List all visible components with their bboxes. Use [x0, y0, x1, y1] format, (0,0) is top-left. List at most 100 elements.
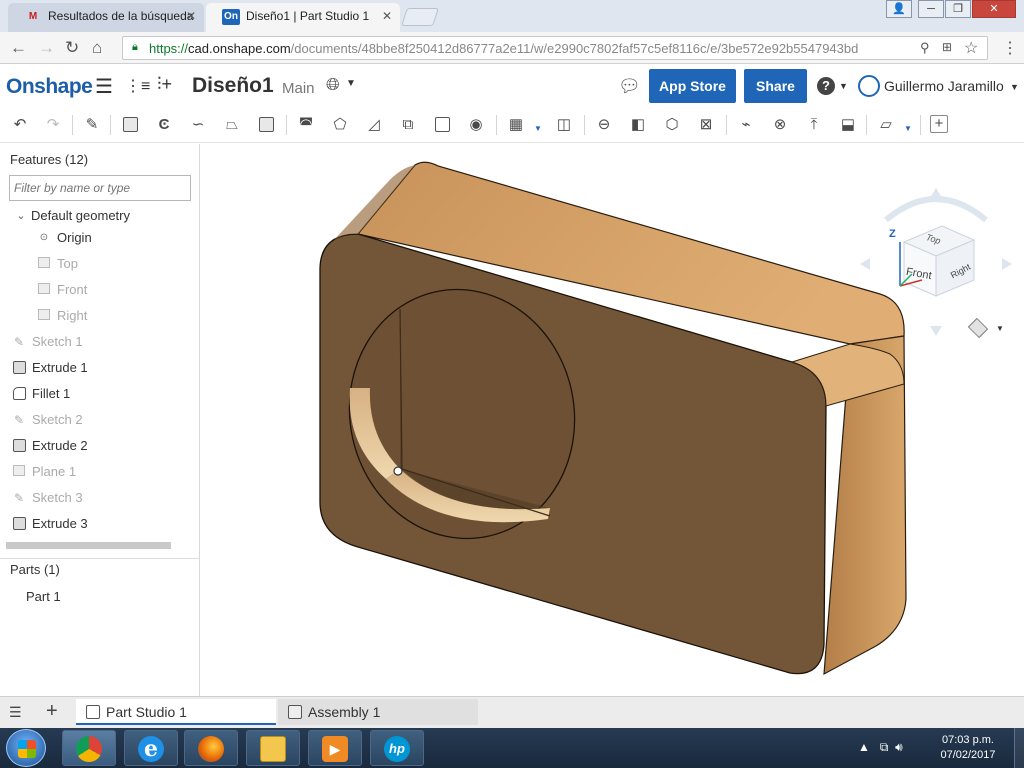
add-custom-feature-icon[interactable]: + — [930, 115, 948, 133]
feature-item[interactable]: Plane 1 — [0, 462, 200, 484]
extrude-icon[interactable] — [120, 115, 140, 135]
taskbar-chrome[interactable] — [62, 730, 116, 766]
star-icon[interactable]: ☆ — [964, 38, 978, 58]
taskbar-ie[interactable]: e — [124, 730, 178, 766]
version-graph-icon[interactable]: ⋮≡ — [125, 76, 150, 96]
tray-arrow-icon[interactable]: ▲ — [858, 740, 870, 754]
part-item[interactable]: Part 1 — [26, 589, 61, 604]
move-face-icon[interactable]: ⤒ — [804, 115, 824, 135]
arrow-down-icon[interactable] — [930, 326, 942, 336]
chevron-down-icon[interactable]: ▼ — [1010, 82, 1019, 92]
thicken-icon[interactable] — [256, 115, 276, 135]
browser-tab-onshape[interactable]: On Diseño1 | Part Studio 1 ✕ — [206, 3, 400, 32]
url-field[interactable]: 🔒︎ https://cad.onshape.com/documents/48b… — [122, 36, 988, 60]
minimize-button[interactable]: ─ — [918, 0, 944, 18]
tab-assembly[interactable]: Assembly 1 — [278, 699, 478, 725]
reload-icon[interactable]: ↻ — [65, 38, 79, 58]
arrow-left-icon[interactable] — [860, 258, 870, 270]
rotate-arc[interactable] — [884, 196, 988, 223]
app-store-button[interactable]: App Store — [649, 69, 736, 103]
home-icon[interactable]: ⌂ — [92, 38, 102, 58]
comment-icon[interactable]: 💬︎ — [618, 76, 641, 97]
chevron-down-icon[interactable]: ▼ — [534, 124, 542, 133]
chevron-down-icon[interactable]: ▼ — [839, 81, 848, 91]
forward-icon[interactable]: → — [38, 38, 55, 58]
list-item[interactable]: Front — [0, 280, 200, 302]
sweep-icon[interactable]: ∽ — [188, 115, 208, 135]
chevron-down-icon[interactable]: ▼ — [346, 78, 356, 89]
redo-icon[interactable]: ↷ — [43, 115, 63, 135]
list-item[interactable]: Right — [0, 306, 200, 328]
user-name[interactable]: Guillermo Jaramillo — [884, 78, 1004, 94]
rib-icon[interactable]: ⧉ — [398, 115, 418, 135]
revolve-icon[interactable]: Ͼ — [154, 115, 174, 135]
globe-icon[interactable]: 🌐︎ — [326, 75, 340, 95]
modify-fillet-icon[interactable]: ⌁ — [736, 115, 756, 135]
arrow-right-icon[interactable] — [1002, 258, 1012, 270]
system-clock[interactable]: 07:03 p.m. 07/02/2017 — [928, 733, 1008, 763]
feature-item[interactable]: Extrude 3 — [0, 514, 200, 536]
tab-manager-icon[interactable]: ☰ — [9, 704, 22, 721]
split-icon[interactable]: ◧ — [628, 115, 648, 135]
default-geometry-group[interactable]: ⌄ Default geometry — [0, 206, 200, 228]
hole-icon[interactable]: ◉ — [466, 115, 486, 135]
mirror-icon[interactable]: ◫ — [554, 115, 574, 135]
transform-icon[interactable]: ⬡ — [662, 115, 682, 135]
chevron-down-icon[interactable]: ▼ — [904, 124, 912, 133]
loft-icon[interactable]: ⏢ — [222, 115, 242, 135]
close-window-button[interactable]: ✕ — [972, 0, 1016, 18]
plane-icon[interactable]: ▱ — [876, 115, 896, 135]
network-icon[interactable]: ⧉ — [880, 740, 889, 754]
boolean-icon[interactable]: ⊖ — [594, 115, 614, 135]
taskbar-firefox[interactable] — [184, 730, 238, 766]
help-icon[interactable]: ? — [817, 77, 835, 95]
document-title[interactable]: Diseño1 — [192, 74, 274, 98]
chevron-down-icon[interactable]: ⌄ — [14, 209, 28, 223]
key-icon[interactable]: ⚲ — [920, 40, 930, 56]
fillet-icon[interactable]: ◚ — [296, 115, 316, 135]
chamfer-icon[interactable]: ⬠ — [330, 115, 350, 135]
delete-part-icon[interactable]: ⊠ — [696, 115, 716, 135]
start-button[interactable] — [6, 729, 46, 767]
share-button[interactable]: Share — [744, 69, 807, 103]
list-item[interactable]: ⊙ Origin — [0, 228, 200, 250]
back-icon[interactable]: ← — [10, 38, 27, 58]
graphics-viewport[interactable]: Z Top Front Right ▼ — [200, 144, 1024, 696]
taskbar-explorer[interactable] — [246, 730, 300, 766]
list-item[interactable]: Top — [0, 254, 200, 276]
volume-icon[interactable]: 🔊︎ — [895, 740, 903, 754]
maximize-button[interactable]: ❐ — [945, 0, 971, 18]
feature-item[interactable]: ✎ Sketch 3 — [0, 488, 200, 510]
show-desktop-button[interactable] — [1014, 728, 1024, 768]
feature-item[interactable]: ✎ Sketch 1 — [0, 332, 200, 354]
pattern-icon[interactable]: ▦ — [506, 115, 526, 135]
menu-dots-icon[interactable]: ⋮ — [1002, 38, 1018, 58]
filter-input[interactable] — [9, 175, 191, 201]
translate-icon[interactable]: ⊞ — [942, 40, 952, 54]
chevron-down-icon[interactable]: ▼ — [996, 324, 1004, 333]
browser-tab-gmail[interactable]: M Resultados de la búsqueda ✕ — [8, 3, 204, 32]
feature-item[interactable]: ✎ Sketch 2 — [0, 410, 200, 432]
feature-item[interactable]: Fillet 1 — [0, 384, 200, 406]
avatar[interactable] — [858, 75, 880, 97]
horizontal-scrollbar[interactable] — [6, 542, 171, 549]
close-tab-icon[interactable]: ✕ — [382, 9, 392, 23]
delete-face-icon[interactable]: ⊗ — [770, 115, 790, 135]
view-cube-graphic[interactable] — [856, 184, 1016, 344]
profile-icon[interactable]: 👤 — [886, 0, 912, 18]
replace-face-icon[interactable]: ⬓ — [838, 115, 858, 135]
sketch-icon[interactable]: ✎ — [82, 115, 102, 135]
feature-item[interactable]: Extrude 2 — [0, 436, 200, 458]
model-vertex-point[interactable] — [393, 466, 403, 476]
new-tab-button[interactable] — [401, 8, 439, 26]
add-tab-icon[interactable]: + — [46, 700, 58, 723]
undo-icon[interactable]: ↶ — [10, 115, 30, 135]
tab-part-studio[interactable]: Part Studio 1 — [76, 699, 276, 725]
feature-item[interactable]: Extrude 1 — [0, 358, 200, 380]
hamburger-menu-icon[interactable]: ☰ — [95, 74, 113, 99]
taskbar-media-player[interactable]: ▶ — [308, 730, 362, 766]
taskbar-hp[interactable]: hp — [370, 730, 424, 766]
close-tab-icon[interactable]: ✕ — [186, 9, 196, 23]
onshape-logo[interactable]: Onshape — [6, 75, 93, 99]
draft-icon[interactable]: ◿ — [364, 115, 384, 135]
